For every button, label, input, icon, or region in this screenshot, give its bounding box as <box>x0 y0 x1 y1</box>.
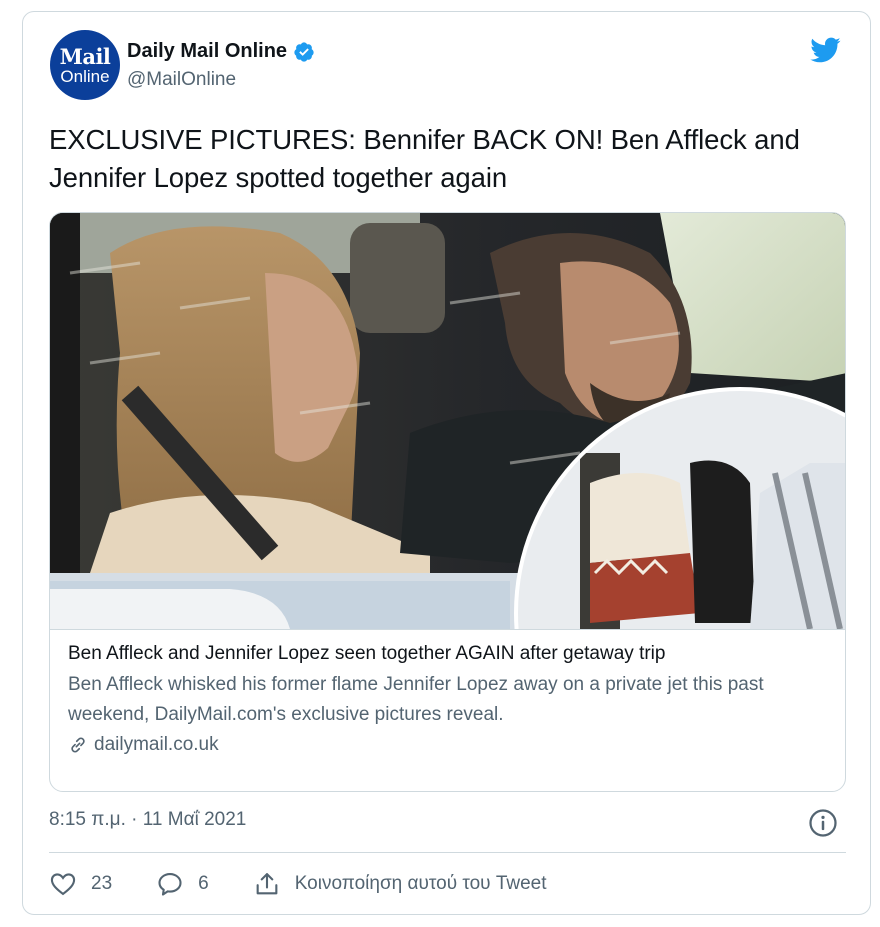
author-name[interactable]: Daily Mail Online <box>127 40 287 63</box>
link-icon <box>71 737 85 753</box>
info-icon[interactable] <box>808 808 838 838</box>
share-icon <box>256 873 278 895</box>
reply-button[interactable]: 6 <box>156 870 209 898</box>
share-button[interactable]: Κοινοποίηση αυτού του Tweet <box>253 870 547 898</box>
author-name-row[interactable]: Daily Mail Online <box>127 40 315 63</box>
avatar[interactable]: Mail Online <box>50 30 120 100</box>
card-body: Ben Affleck and Jennifer Lopez seen toge… <box>50 629 845 756</box>
twitter-bird-icon[interactable] <box>806 34 844 66</box>
author-handle[interactable]: @MailOnline <box>127 69 315 91</box>
reply-bubble-icon <box>158 873 182 896</box>
tweet-text: EXCLUSIVE PICTURES: Bennifer BACK ON! Be… <box>49 124 800 193</box>
card-domain[interactable]: dailymail.co.uk <box>94 734 219 756</box>
card-image[interactable] <box>50 213 845 629</box>
author-block: Daily Mail Online @MailOnline <box>127 40 315 91</box>
avatar-text-line1: Mail <box>59 43 111 69</box>
divider <box>49 852 846 853</box>
like-count: 23 <box>91 873 113 894</box>
link-preview-card[interactable]: Ben Affleck and Jennifer Lopez seen toge… <box>49 212 846 792</box>
verified-badge-icon <box>294 41 314 62</box>
card-photo <box>50 213 845 629</box>
heart-icon <box>50 873 76 896</box>
share-label: Κοινοποίηση αυτού του Tweet <box>294 873 547 894</box>
reply-count: 6 <box>198 873 209 894</box>
card-description: Ben Affleck whisked his former flame Jen… <box>68 674 764 725</box>
card-domain-row[interactable]: dailymail.co.uk <box>68 734 827 756</box>
card-title[interactable]: Ben Affleck and Jennifer Lopez seen toge… <box>68 640 827 668</box>
avatar-text-line2: Online <box>60 66 110 86</box>
tweet-actions: 23 6 Κοινοποίηση αυτού του Tweet <box>49 870 591 898</box>
tweet-timestamp[interactable]: 8:15 π.μ. · 11 Μαΐ 2021 <box>49 809 246 831</box>
tweet-card[interactable]: Mail Online Daily Mail Online @MailOnlin… <box>22 11 871 915</box>
like-button[interactable]: 23 <box>49 870 112 898</box>
